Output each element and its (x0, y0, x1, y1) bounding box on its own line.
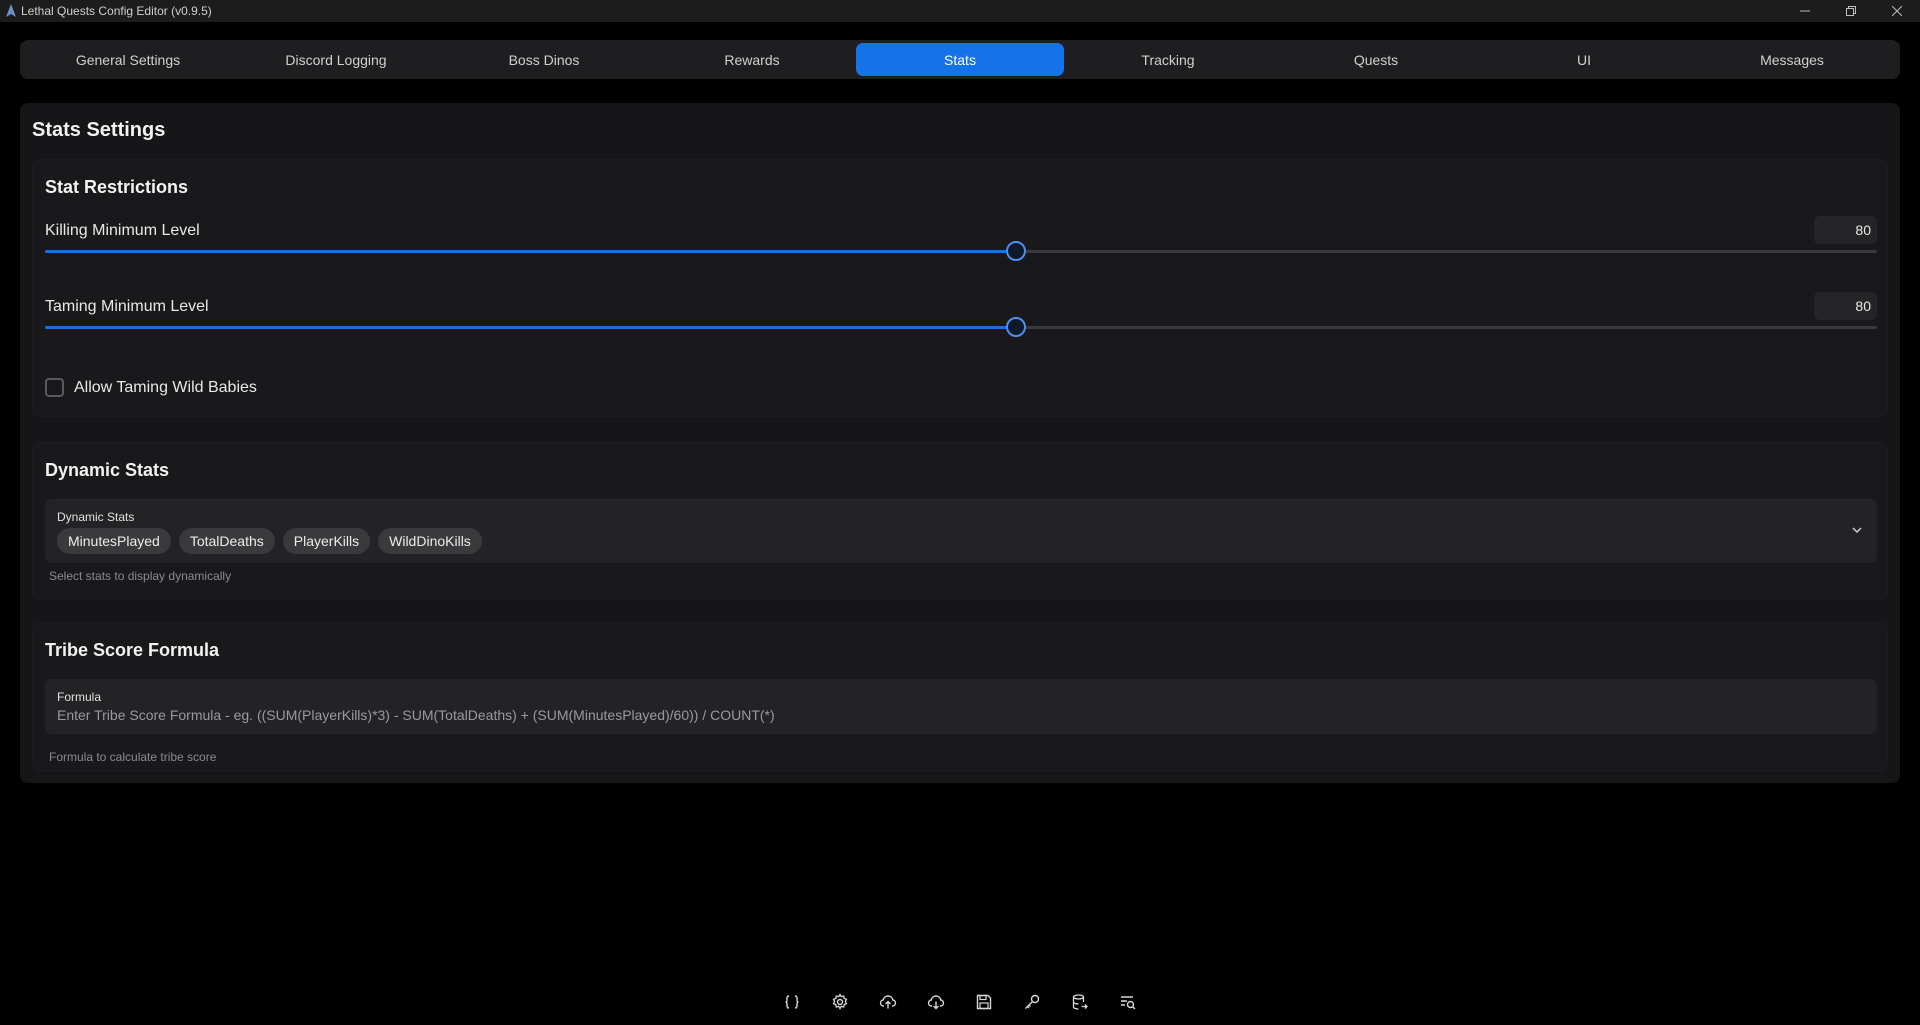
save-icon[interactable] (972, 990, 996, 1014)
cloud-upload-icon[interactable] (876, 990, 900, 1014)
killing-minimum-level-label: Killing Minimum Level (45, 222, 200, 239)
allow-taming-wild-babies-label: Allow Taming Wild Babies (74, 378, 257, 396)
tribe-score-formula-section: Tribe Score Formula Formula Formula to c… (32, 622, 1888, 772)
tab-stats[interactable]: Stats (856, 43, 1064, 76)
section-title: Stat Restrictions (45, 177, 189, 197)
bottom-toolbar (0, 990, 1920, 1018)
tab-bar: General Settings Discord Logging Boss Di… (20, 40, 1900, 79)
tab-quests[interactable]: Quests (1272, 43, 1480, 76)
search-list-icon[interactable] (1116, 990, 1140, 1014)
tab-rewards[interactable]: Rewards (648, 43, 856, 76)
killing-minimum-level-slider[interactable] (45, 241, 1877, 261)
formula-input[interactable] (57, 706, 1857, 724)
slider-fill (45, 250, 1016, 253)
page-title: Stats Settings (32, 119, 166, 141)
chevron-down-icon[interactable] (1851, 524, 1863, 536)
app-logo-icon (6, 4, 16, 17)
dynamic-stats-select[interactable]: Dynamic Stats MinutesPlayed TotalDeaths … (45, 499, 1877, 563)
close-icon[interactable] (1874, 0, 1920, 22)
chip-list: MinutesPlayed TotalDeaths PlayerKills Wi… (57, 528, 482, 554)
window-title: Lethal Quests Config Editor (v0.9.5) (21, 4, 212, 18)
killing-minimum-level-input[interactable]: 80 (1814, 216, 1877, 244)
allow-taming-wild-babies-row[interactable]: Allow Taming Wild Babies (45, 378, 257, 397)
allow-taming-wild-babies-checkbox[interactable] (45, 378, 64, 397)
key-icon[interactable] (1020, 990, 1044, 1014)
section-title: Tribe Score Formula (45, 640, 220, 660)
slider-fill (45, 326, 1016, 329)
chip-total-deaths[interactable]: TotalDeaths (178, 528, 275, 554)
section-title: Dynamic Stats (45, 460, 170, 480)
minimize-icon[interactable] (1782, 0, 1828, 22)
taming-minimum-level-input[interactable]: 80 (1814, 292, 1877, 320)
slider-thumb[interactable] (1005, 241, 1026, 261)
braces-icon[interactable] (780, 990, 804, 1014)
cloud-download-icon[interactable] (924, 990, 948, 1014)
gear-icon[interactable] (828, 990, 852, 1014)
stats-settings-panel: Stats Settings Stat Restrictions Killing… (20, 103, 1900, 783)
chip-minutes-played[interactable]: MinutesPlayed (57, 528, 171, 554)
tab-boss-dinos[interactable]: Boss Dinos (440, 43, 648, 76)
chip-wild-dino-kills[interactable]: WildDinoKills (378, 528, 482, 554)
taming-minimum-level-label: Taming Minimum Level (45, 298, 209, 315)
restore-icon[interactable] (1828, 0, 1874, 22)
tab-general-settings[interactable]: General Settings (24, 43, 232, 76)
tab-messages[interactable]: Messages (1688, 43, 1896, 76)
formula-field[interactable]: Formula (45, 679, 1877, 734)
dynamic-stats-section: Dynamic Stats Dynamic Stats MinutesPlaye… (32, 442, 1888, 599)
field-label: Formula (57, 690, 102, 704)
tab-discord-logging[interactable]: Discord Logging (232, 43, 440, 76)
chip-player-kills[interactable]: PlayerKills (282, 528, 371, 554)
field-label: Dynamic Stats (57, 510, 135, 524)
title-bar: Lethal Quests Config Editor (v0.9.5) (0, 0, 1920, 22)
slider-thumb[interactable] (1005, 317, 1026, 337)
taming-minimum-level-slider[interactable] (45, 317, 1877, 337)
stat-restrictions-section: Stat Restrictions Killing Minimum Level … (32, 159, 1888, 417)
tab-tracking[interactable]: Tracking (1064, 43, 1272, 76)
tab-ui[interactable]: UI (1480, 43, 1688, 76)
database-export-icon[interactable] (1068, 990, 1092, 1014)
dynamic-stats-helper-text: Select stats to display dynamically (49, 569, 232, 583)
formula-helper-text: Formula to calculate tribe score (49, 750, 217, 764)
